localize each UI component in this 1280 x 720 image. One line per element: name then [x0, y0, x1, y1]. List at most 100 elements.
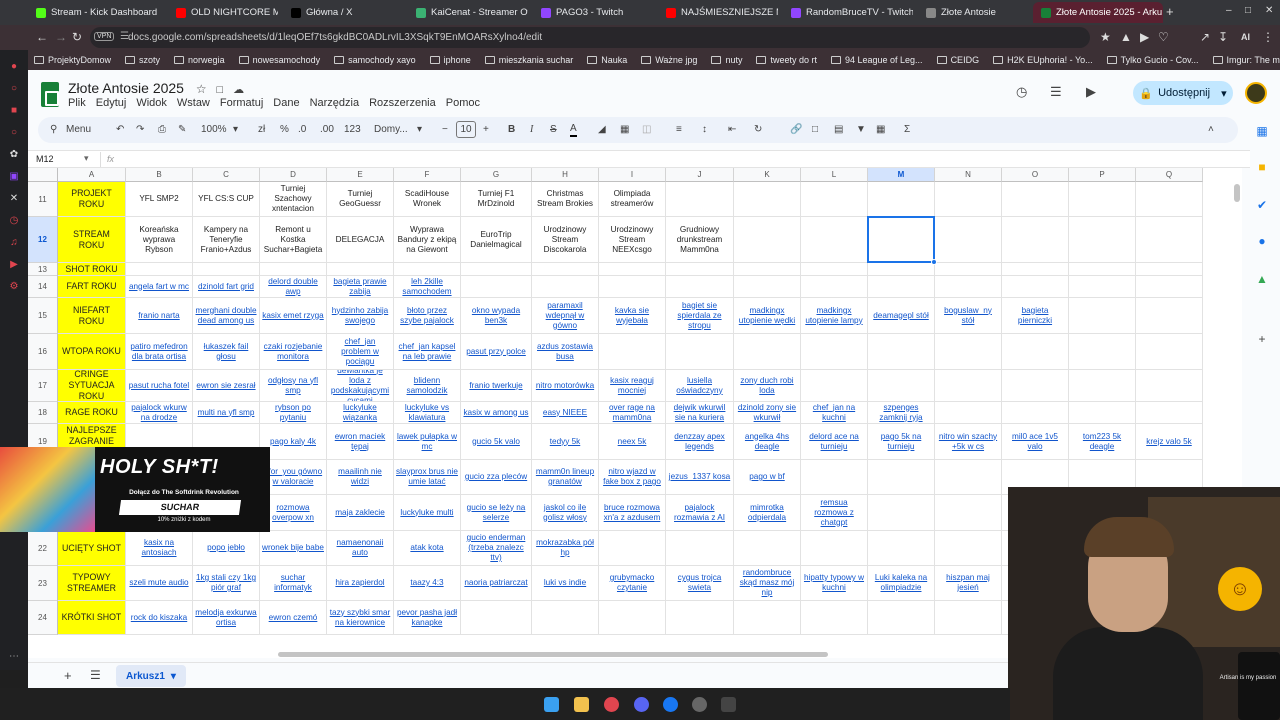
table-cell[interactable]: Wyprawa Bandury z ekipą na Giewont: [394, 217, 461, 263]
italic-button[interactable]: I: [530, 122, 533, 138]
row-header[interactable]: 24: [28, 601, 58, 635]
site-info-icon[interactable]: ☰: [120, 31, 129, 42]
row-header[interactable]: 18: [28, 402, 58, 424]
table-cell[interactable]: gucio enderman (trzeba znalezc ttv): [461, 531, 532, 566]
table-cell[interactable]: Kampery na Teneryfie Franio+Azdus: [193, 217, 260, 263]
sidebar-chatgpt-icon[interactable]: ✿: [7, 148, 21, 162]
browser-tab[interactable]: #888888 Złote Antosie: [918, 2, 1028, 23]
table-cell[interactable]: hydzinho zabija swojego: [327, 298, 394, 334]
column-header[interactable]: L: [801, 168, 868, 182]
table-cell[interactable]: [935, 217, 1002, 263]
table-cell[interactable]: [868, 276, 935, 298]
table-cell[interactable]: franio narta: [126, 298, 193, 334]
table-cell[interactable]: cygus trojca swieta: [666, 566, 734, 601]
table-cell[interactable]: [1136, 217, 1203, 263]
bookmark-item[interactable]: Nauka: [587, 55, 627, 65]
table-cell[interactable]: [1136, 263, 1203, 276]
table-cell[interactable]: DELEGACJA: [327, 217, 394, 263]
table-cell[interactable]: hiszpan maj jesień: [935, 566, 1002, 601]
column-header[interactable]: O: [1002, 168, 1069, 182]
table-cell[interactable]: boguslaw_ny stół: [935, 298, 1002, 334]
table-cell[interactable]: hira zapierdol: [327, 566, 394, 601]
table-cell[interactable]: kasix reaguj mocniej: [599, 370, 666, 402]
table-cell[interactable]: [734, 601, 801, 635]
menu-item[interactable]: Narzędzia: [310, 97, 360, 109]
sidebar-speed-icon[interactable]: ○: [7, 82, 21, 96]
table-cell[interactable]: Turniej GeoGuessr: [327, 182, 394, 217]
table-cell[interactable]: Christmas Stream Brokies: [532, 182, 599, 217]
table-cell[interactable]: [801, 601, 868, 635]
table-cell[interactable]: ewron sie zesrał: [193, 370, 260, 402]
table-cell[interactable]: [1002, 217, 1069, 263]
sidebar-messenger-icon[interactable]: ○: [7, 126, 21, 140]
table-cell[interactable]: [461, 601, 532, 635]
table-cell[interactable]: [1069, 298, 1136, 334]
table-cell[interactable]: [935, 402, 1002, 424]
row-header[interactable]: 13: [28, 263, 58, 276]
contacts-icon[interactable]: ●: [1255, 234, 1269, 248]
menu-item[interactable]: Widok: [136, 97, 167, 109]
table-cell[interactable]: [868, 263, 935, 276]
table-cell[interactable]: [868, 370, 935, 402]
bookmark-item[interactable]: tweety do rt: [756, 55, 817, 65]
font-dropdown-icon[interactable]: ▾: [417, 122, 422, 138]
column-header[interactable]: D: [260, 168, 327, 182]
browser-tab[interactable]: #3bb273 KaiCenat - Streamer Ove: [408, 2, 528, 23]
all-sheets-icon[interactable]: ☰: [90, 668, 101, 682]
increase-font-size-icon[interactable]: +: [483, 122, 489, 138]
forward-icon[interactable]: →: [55, 30, 67, 44]
table-cell[interactable]: Olimpiada streamerów: [599, 182, 666, 217]
table-cell[interactable]: melodja exkurwa ortisa: [193, 601, 260, 635]
move-folder-icon[interactable]: □: [217, 84, 224, 96]
table-cell[interactable]: [935, 601, 1002, 635]
share-dropdown-icon[interactable]: ▾: [1221, 87, 1227, 100]
table-cell[interactable]: luckyluke multi: [394, 495, 461, 531]
table-cell[interactable]: [1002, 263, 1069, 276]
table-cell[interactable]: neex 5k: [599, 424, 666, 460]
table-cell[interactable]: rock do kiszaka: [126, 601, 193, 635]
increase-decimals-button[interactable]: .00: [320, 122, 334, 138]
table-cell[interactable]: [801, 217, 868, 263]
facebook-icon[interactable]: [663, 697, 678, 712]
table-cell[interactable]: krejz valo 5k: [1136, 424, 1203, 460]
bookmark-item[interactable]: norwegia: [174, 55, 225, 65]
table-cell[interactable]: [801, 531, 868, 566]
table-cell[interactable]: angelka 4hs deagle: [734, 424, 801, 460]
table-cell[interactable]: [666, 334, 734, 370]
address-bar[interactable]: VPN ☰ docs.google.com/spreadsheets/d/1le…: [90, 27, 1090, 48]
table-cell[interactable]: bagieta prawie zabija: [327, 276, 394, 298]
column-header[interactable]: B: [126, 168, 193, 182]
table-cell[interactable]: tazy szybki smar na kierownice: [327, 601, 394, 635]
bookmark-item[interactable]: nowesamochody: [238, 55, 320, 65]
table-cell[interactable]: [935, 276, 1002, 298]
table-cell[interactable]: [734, 263, 801, 276]
calendar-icon[interactable]: ▦: [1255, 124, 1269, 138]
table-cell[interactable]: slayprox brus nie umie latać: [394, 460, 461, 495]
maps-icon[interactable]: ▲: [1255, 272, 1269, 286]
row-header[interactable]: 15: [28, 298, 58, 334]
table-cell[interactable]: Urodzinowy Stream NEEXcsgo: [599, 217, 666, 263]
table-cell[interactable]: taazy 4:3: [394, 566, 461, 601]
table-cell[interactable]: [801, 370, 868, 402]
table-cell[interactable]: [734, 182, 801, 217]
table-cell[interactable]: [461, 276, 532, 298]
insert-link-icon[interactable]: 🔗: [790, 122, 802, 138]
column-header[interactable]: K: [734, 168, 801, 182]
more-menu-icon[interactable]: ⋮: [1262, 30, 1274, 44]
borders-icon[interactable]: ▦: [620, 122, 629, 138]
decrease-font-size-icon[interactable]: −: [442, 122, 448, 138]
table-cell[interactable]: [1069, 334, 1136, 370]
keep-icon[interactable]: ■: [1255, 160, 1269, 174]
table-cell[interactable]: [935, 182, 1002, 217]
table-cell[interactable]: gucio se leży na selerze: [461, 495, 532, 531]
table-cell[interactable]: luki vs indie: [532, 566, 599, 601]
column-header[interactable]: H: [532, 168, 599, 182]
category-cell[interactable]: PROJEKT ROKU: [58, 182, 126, 217]
browser-tab[interactable]: #ff0000 NAJŚMIESZNIEJSZE MO: [658, 2, 778, 23]
sidebar-history-icon[interactable]: ◷: [7, 214, 21, 228]
table-cell[interactable]: szpenges zamknij ryja: [868, 402, 935, 424]
opera-icon[interactable]: [604, 697, 619, 712]
table-cell[interactable]: maja zaklecie: [327, 495, 394, 531]
table-cell[interactable]: [868, 531, 935, 566]
table-cell[interactable]: [532, 276, 599, 298]
